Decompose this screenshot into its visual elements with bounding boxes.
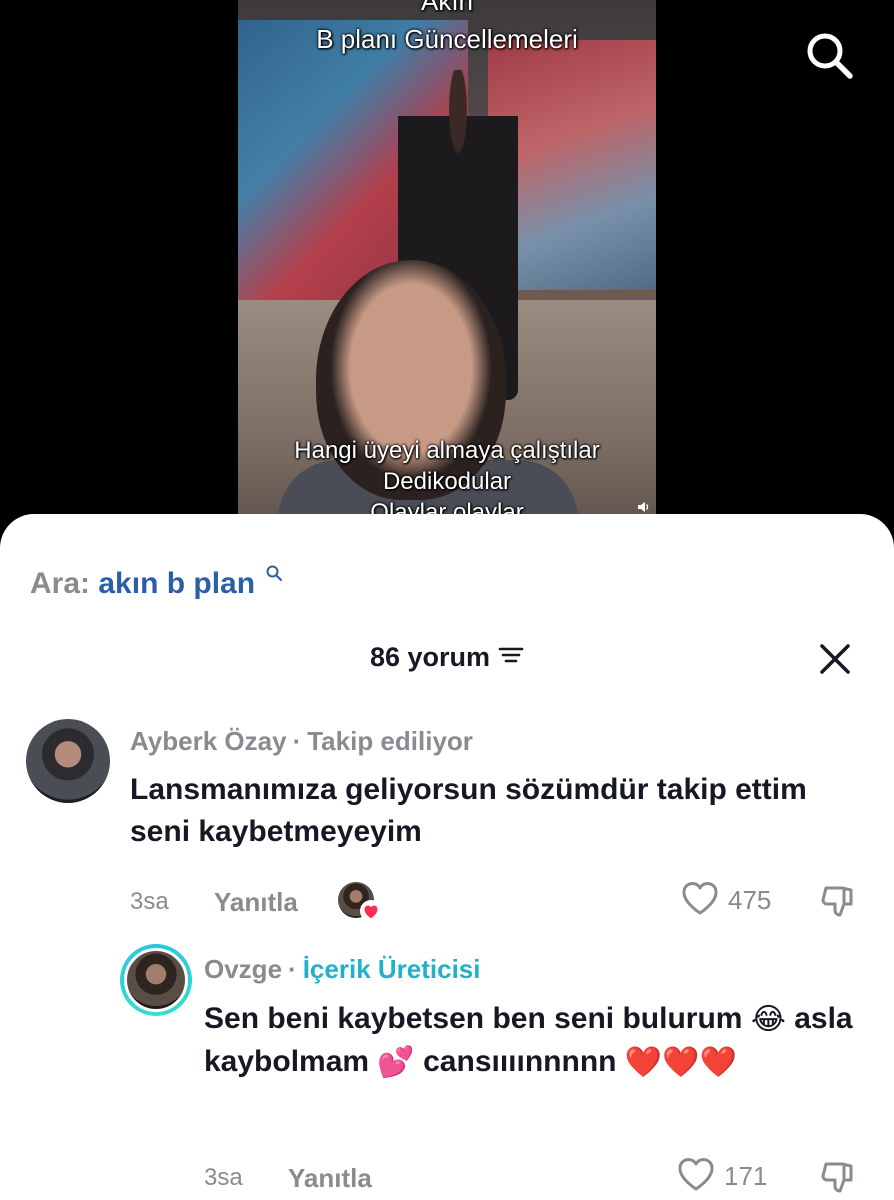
comment-author-line: Ayberk Özay · Takip ediliyor [130,726,473,757]
separator-dot: · [292,726,302,756]
comments-header: 86 yorum [0,642,894,673]
dislike-icon[interactable] [818,882,858,922]
comment-count: 86 yorum [369,642,491,672]
red-hearts-emoji: ❤️❤️❤️ [624,1046,737,1080]
comment-time: 3sa [130,888,169,915]
comment-author-line: Ovzge · İçerik Üreticisi [204,954,480,985]
laughing-emoji: 😂 [750,1003,786,1037]
following-badge: Takip ediliyor [307,726,473,756]
video-caption-partial: Akın [420,0,474,16]
two-hearts-emoji: 💕 [377,1046,415,1080]
like-button[interactable]: 171 [676,1156,767,1197]
search-suggestion-label: Ara: [30,567,91,600]
video-caption-title: B planı Güncellemeleri [316,24,578,54]
comment-text: Sen beni kaybetsen ben seni bulurum 😂 as… [204,998,864,1084]
heart-icon [676,1156,716,1197]
separator-dot: · [288,954,297,984]
comment-time: 3sa [204,1164,243,1191]
tiktok-video-screen: Akın B planı Güncellemeleri Hangi üyeyi … [0,0,894,1200]
comment-text: Lansmanımıza geliyorsun sözümdür takip e… [130,773,807,848]
dislike-icon[interactable] [818,1158,858,1198]
avatar[interactable] [124,948,188,1012]
like-button[interactable]: 475 [680,880,771,921]
creator-liked-indicator [337,882,382,922]
comment-text-part: cansıııınnnnn [423,1045,617,1079]
search-icon [265,556,283,590]
avatar[interactable] [26,719,110,803]
comment-meta: 3sa Yanıtla [130,882,382,922]
video-player[interactable]: Akın B planı Güncellemeleri Hangi üyeyi … [238,0,656,540]
comment-meta: 3sa Yanıtla [204,1158,412,1198]
heart-icon [359,900,382,922]
comment-author[interactable]: Ovzge [204,954,282,984]
search-suggestion-query[interactable]: akın b plan [98,567,255,600]
comment-text-part: Sen beni kaybetsen ben seni bulurum [204,1002,743,1035]
reply-button[interactable]: Yanıtla [288,1163,372,1194]
avatar-story-ring[interactable] [120,944,192,1016]
reply-button[interactable]: Yanıtla [214,887,298,918]
search-suggestion[interactable]: Ara: akın b plan [30,556,283,601]
like-count: 475 [728,885,772,915]
video-caption-line: Dedikodular [382,468,512,495]
heart-icon [680,880,720,921]
comments-sheet: Ara: akın b plan 86 yorum Ayberk Özay · … [0,514,894,1200]
close-icon[interactable] [818,642,852,676]
sort-icon[interactable] [498,642,524,673]
comment-author[interactable]: Ayberk Özay [130,726,287,756]
video-caption-line: Hangi üyeyi almaya çalıştılar [294,437,600,464]
like-count: 171 [724,1161,768,1191]
search-icon[interactable] [802,28,856,82]
creator-badge: İçerik Üreticisi [302,954,481,984]
